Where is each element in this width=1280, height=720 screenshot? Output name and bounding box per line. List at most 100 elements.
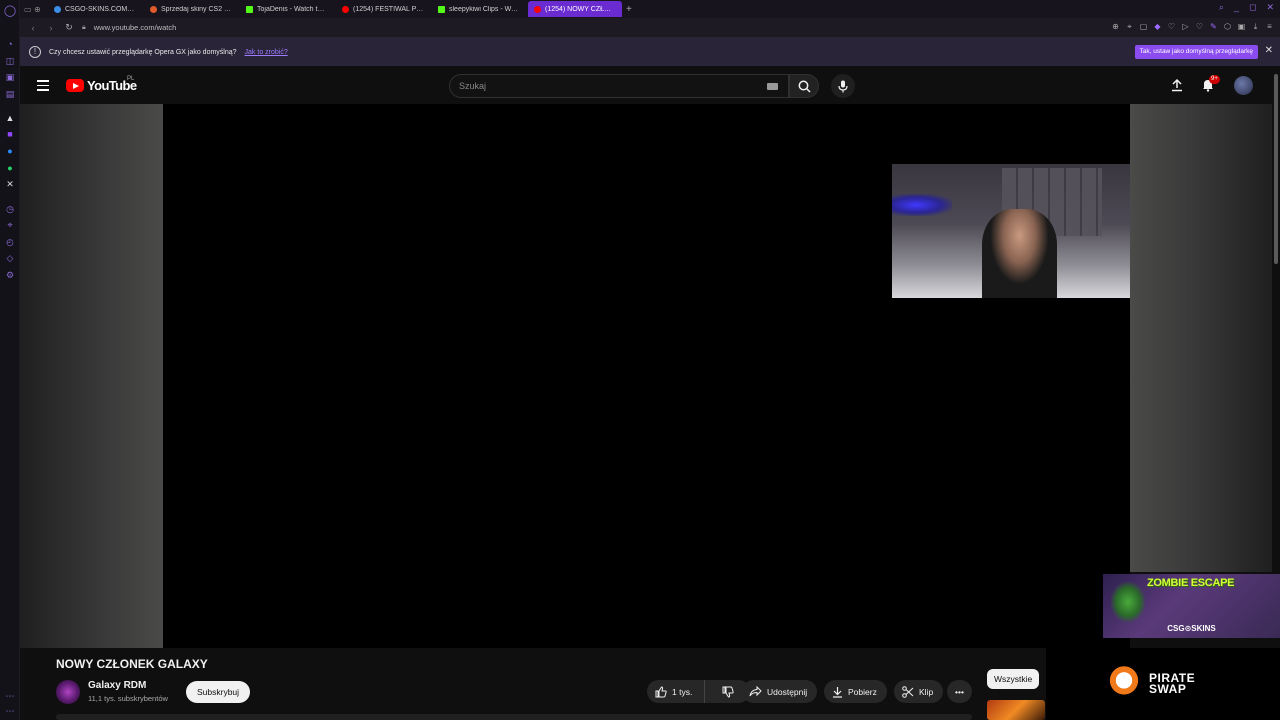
- tab-favicon-icon: [342, 5, 349, 13]
- download-icon[interactable]: ⤓: [1251, 22, 1260, 32]
- gx-aria-icon[interactable]: ▲: [4, 112, 16, 124]
- vpn-shield-icon[interactable]: ◆: [1153, 22, 1162, 32]
- heart-icon[interactable]: ♡: [1167, 22, 1176, 32]
- recommended-video-thumbnail[interactable]: [987, 700, 1045, 720]
- extension-icon[interactable]: ✎: [1209, 22, 1218, 32]
- csgo-skins-ad-banner[interactable]: ZOMBIE ESCAPE CSG⊙SKINS: [1103, 574, 1280, 638]
- search-button[interactable]: [789, 74, 819, 98]
- region-code: PL: [127, 76, 135, 82]
- more-dots-icon: •••: [955, 686, 964, 697]
- create-upload-button[interactable]: [1170, 78, 1184, 92]
- set-default-button[interactable]: Tak, ustaw jako domyślną przeglądarkę: [1134, 45, 1258, 59]
- description-box[interactable]: [56, 714, 972, 720]
- clip-label: Klip: [919, 686, 934, 697]
- lock-icon[interactable]: 🔒︎: [82, 24, 86, 32]
- share-label: Udostępnij: [767, 686, 808, 697]
- infobar-question: Czy chcesz ustawić przeglądarkę Opera GX…: [49, 48, 237, 56]
- tab-search-icon[interactable]: ⊕: [34, 5, 42, 14]
- tab-active[interactable]: (1254) NOWY CZŁONEK: [528, 1, 622, 17]
- youtube-play-icon: [66, 79, 84, 92]
- sidebar-menu-icon[interactable]: ⋯: [4, 705, 16, 717]
- toolbar-icons: ⊕ ⌖ ▢ ◆ ♡ ▷ ♡ ✎ ⬡ ▣ ⤓ ≡: [1111, 22, 1274, 32]
- download-icon: [833, 686, 842, 698]
- pin-icon[interactable]: ⌖: [4, 219, 16, 231]
- tab[interactable]: Sprzedaj skiny CS2 (CS: [144, 1, 238, 17]
- scrollbar-thumb[interactable]: [1274, 74, 1278, 264]
- channel-name[interactable]: Galaxy RDM: [88, 680, 146, 691]
- zoom-icon[interactable]: ⊕: [1111, 22, 1120, 32]
- search-icon: [798, 80, 811, 93]
- minimize-icon[interactable]: _: [1234, 2, 1239, 13]
- messenger-icon[interactable]: ●: [4, 145, 16, 157]
- gx-corner-icon[interactable]: ◫: [4, 55, 16, 67]
- tab-menu-icon[interactable]: ▭: [24, 5, 34, 14]
- microphone-icon: [838, 80, 848, 92]
- close-window-icon[interactable]: ✕: [1266, 2, 1274, 13]
- whatsapp-icon[interactable]: ●: [4, 162, 16, 174]
- voice-search-button[interactable]: [831, 74, 855, 98]
- download-button[interactable]: Pobierz: [824, 680, 887, 703]
- play-icon[interactable]: ▷: [1181, 22, 1190, 32]
- subscribe-button[interactable]: Subskrybuj: [186, 681, 251, 703]
- thumbs-down-icon: [722, 686, 734, 698]
- hamburger-menu-icon[interactable]: [37, 80, 49, 91]
- cube-icon[interactable]: ◇: [4, 252, 16, 264]
- clock-icon[interactable]: ◴: [4, 236, 16, 248]
- channel-avatar[interactable]: [56, 680, 80, 704]
- tab[interactable]: (1254) FESTIWAL PERMO: [336, 1, 430, 17]
- bookmark-icon[interactable]: ♡: [1195, 22, 1204, 32]
- opera-logo-icon[interactable]: ◯: [4, 4, 16, 17]
- snapshot-icon[interactable]: ▢: [1139, 22, 1148, 32]
- scissors-icon: [902, 685, 914, 698]
- back-icon[interactable]: ‹: [28, 23, 38, 33]
- webcam-led-light: [892, 194, 952, 216]
- gx-player-icon[interactable]: ▣: [4, 71, 16, 83]
- ad-csgo-skins-brand: CSG⊙SKINS: [1167, 624, 1216, 633]
- tab-favicon-icon: [438, 5, 445, 13]
- address-bar: ‹ › ↻ 🔒︎ www.youtube.com/watch ⊕ ⌖ ▢ ◆ ♡…: [20, 18, 1280, 38]
- like-button[interactable]: 1 tys.: [647, 680, 705, 703]
- more-actions-button[interactable]: •••: [947, 680, 972, 703]
- history-icon[interactable]: ◷: [4, 203, 16, 215]
- streamer-webcam-overlay: [892, 164, 1130, 298]
- profile-icon[interactable]: ▣: [1237, 22, 1246, 32]
- twitch-icon[interactable]: ■: [4, 128, 16, 140]
- gx-tabs-icon[interactable]: ▤: [4, 88, 16, 100]
- tab[interactable]: CSGO-SKINS.COM - Naje: [48, 1, 142, 17]
- tab-favicon-icon: [246, 5, 253, 13]
- account-avatar[interactable]: [1234, 76, 1253, 95]
- tab[interactable]: sleepykiwi Clips - Watch: [432, 1, 526, 17]
- info-icon: !: [29, 46, 41, 58]
- youtube-logo[interactable]: YouTube: [66, 78, 137, 93]
- pin-icon[interactable]: ⌖: [1125, 22, 1134, 32]
- easy-setup-icon[interactable]: ≡: [1265, 22, 1274, 32]
- zombie-character-image: [1111, 582, 1145, 622]
- clip-button[interactable]: Klip: [894, 680, 944, 703]
- ambient-glow-right: [1130, 104, 1272, 572]
- search-input[interactable]: [450, 81, 750, 91]
- more-icon[interactable]: ⋯: [4, 690, 16, 702]
- pirate-swap-ad-banner[interactable]: PIRATE SWAP: [1046, 648, 1280, 720]
- filter-chip-all[interactable]: Wszystkie: [987, 669, 1040, 689]
- url-field[interactable]: www.youtube.com/watch: [94, 23, 177, 32]
- close-infobar-icon[interactable]: ✕: [1265, 45, 1273, 56]
- like-dislike-group: 1 tys.: [647, 680, 750, 703]
- x-twitter-icon[interactable]: ✕: [4, 178, 16, 190]
- thumbs-up-icon: [655, 685, 667, 697]
- tab-favicon-icon: [534, 5, 541, 13]
- keyboard-icon[interactable]: [767, 83, 778, 90]
- search-tabs-icon[interactable]: ⌕: [1219, 2, 1224, 13]
- settings-icon[interactable]: ⚙: [4, 269, 16, 281]
- tab[interactable]: TojaDenis - Watch the V: [240, 1, 334, 17]
- reload-icon[interactable]: ↻: [64, 22, 74, 33]
- gx-control-icon[interactable]: ◔: [4, 38, 16, 50]
- infobar-how-link[interactable]: Jak to zrobić?: [245, 49, 288, 56]
- like-count: 1 tys.: [672, 686, 693, 697]
- forward-icon[interactable]: ›: [46, 23, 56, 33]
- puzzle-icon[interactable]: ⬡: [1223, 22, 1232, 32]
- tab-favicon-icon: [150, 5, 157, 13]
- new-tab-button[interactable]: +: [626, 4, 632, 15]
- webcam-streamer: [982, 209, 1057, 298]
- maximize-icon[interactable]: ◻: [1249, 2, 1256, 13]
- share-button[interactable]: Udostępnij: [742, 680, 818, 703]
